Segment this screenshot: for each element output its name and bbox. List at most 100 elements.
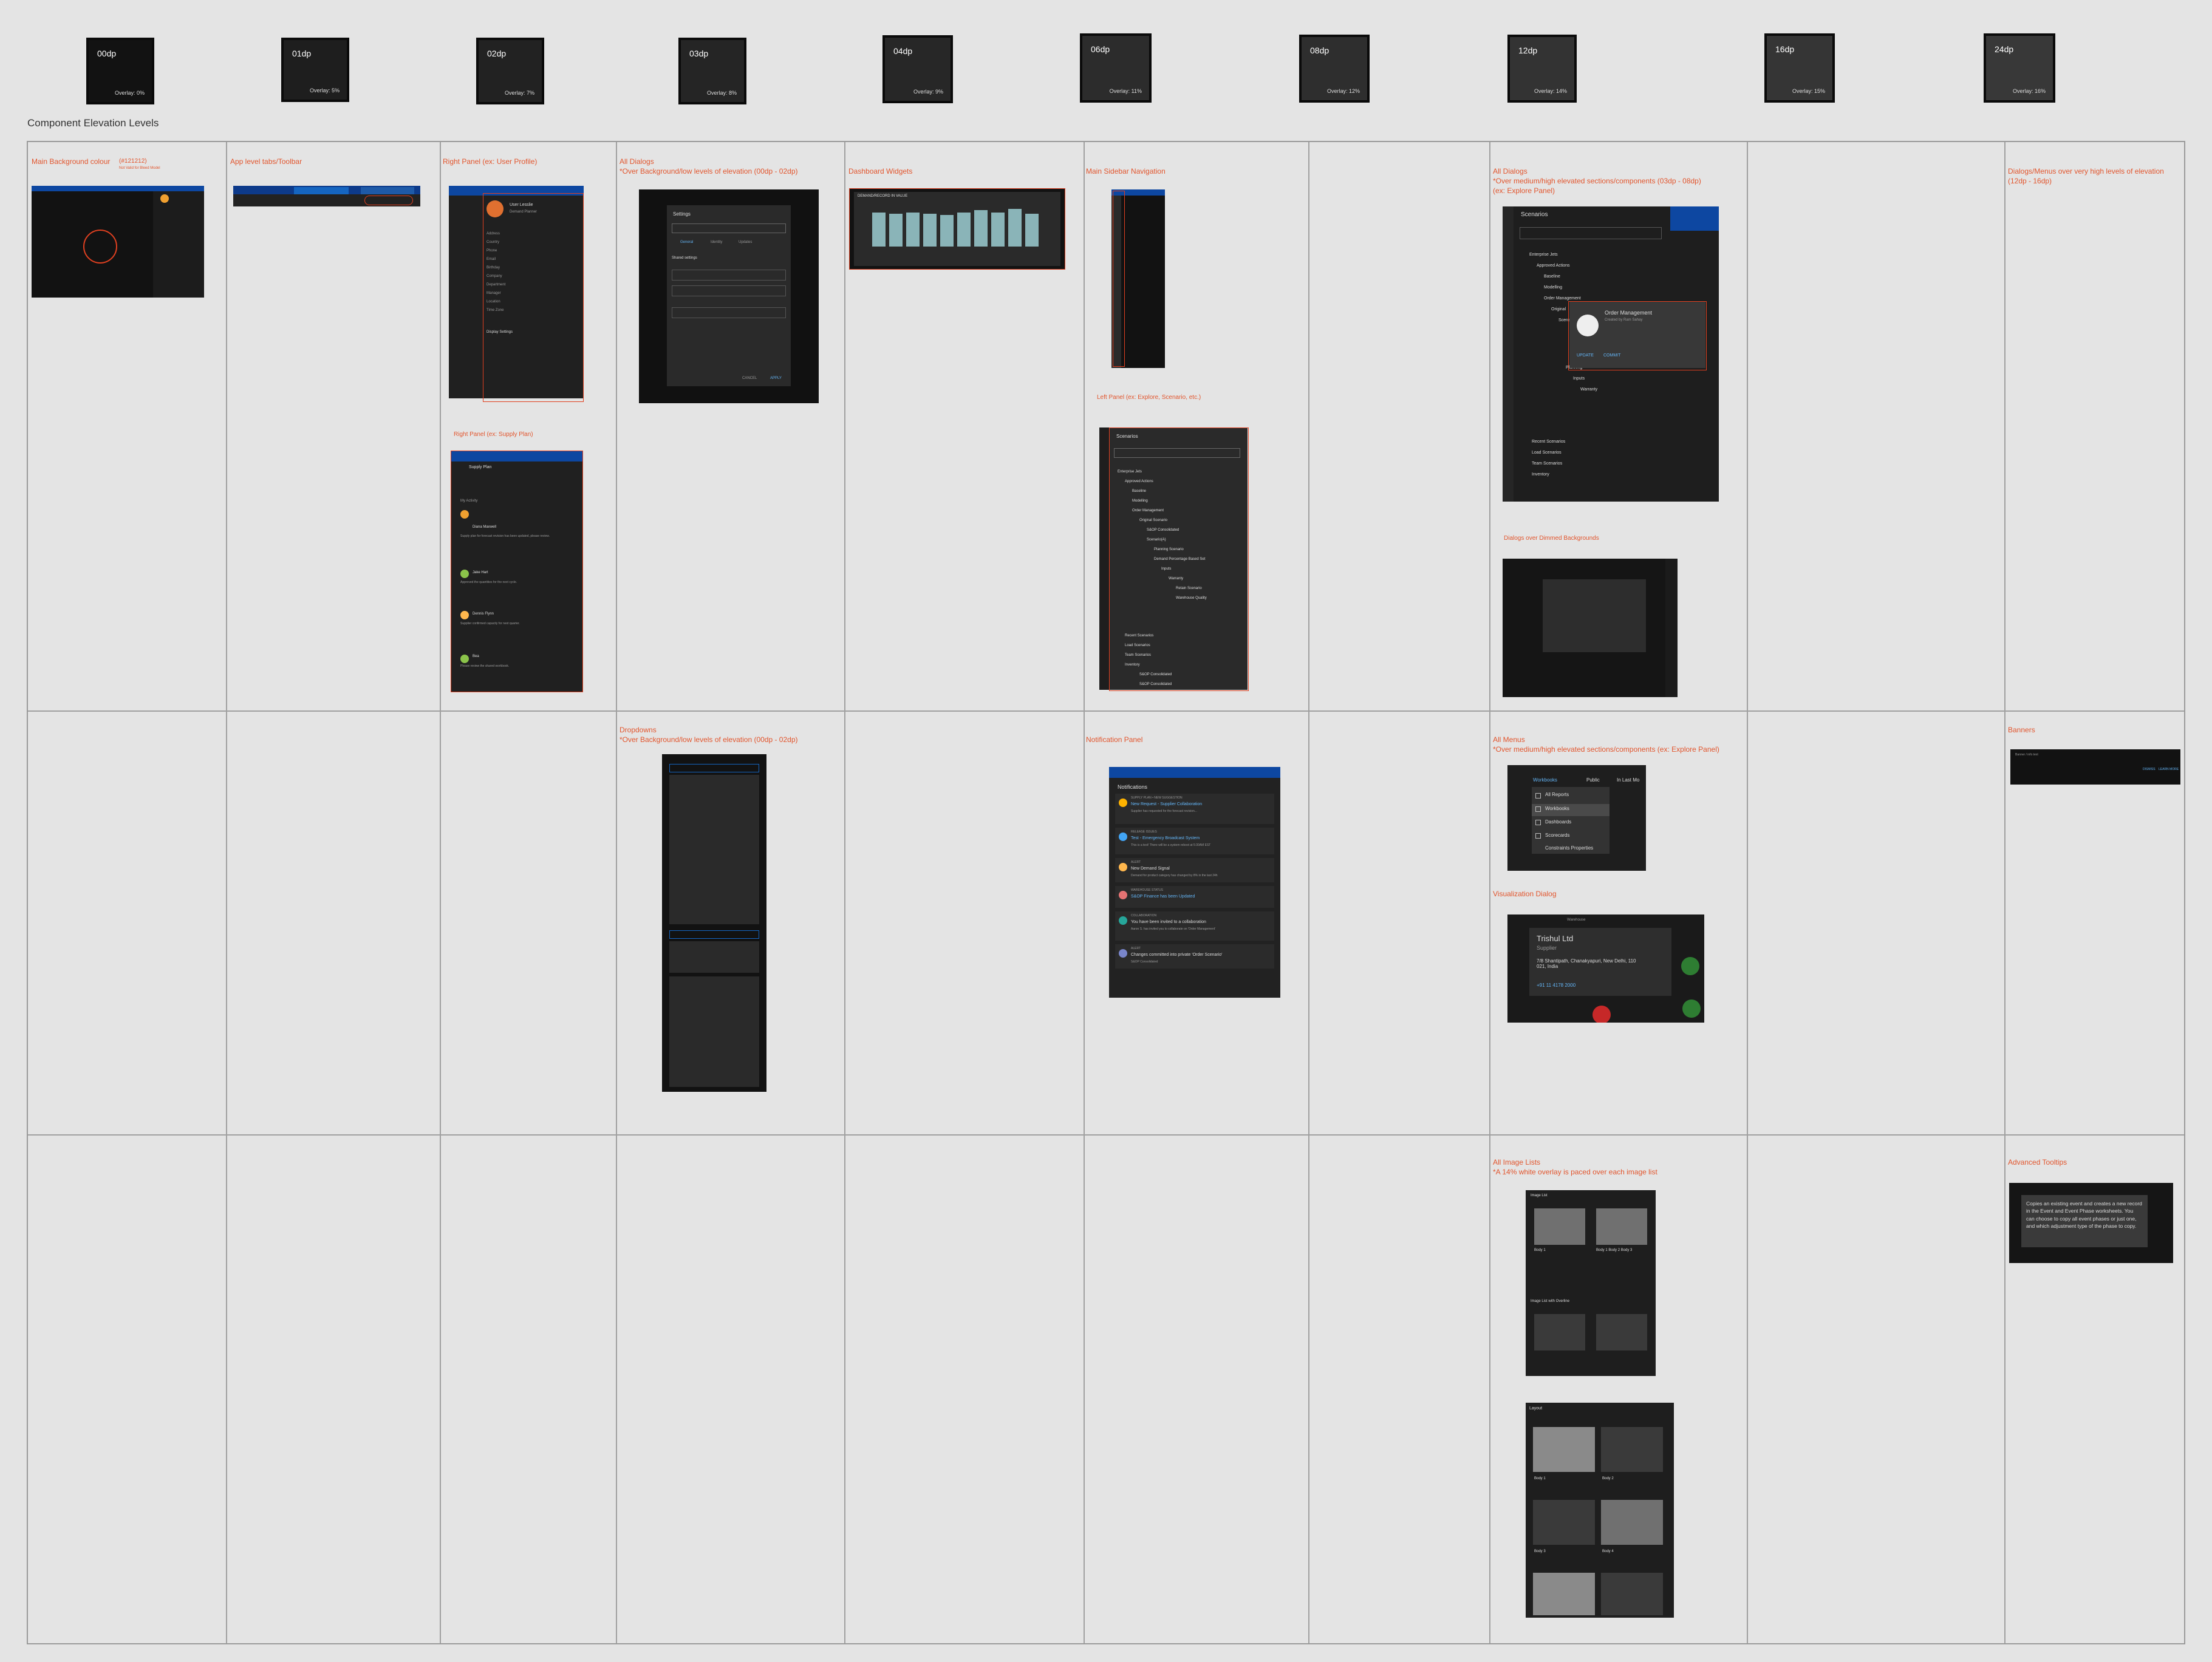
tooltip-text: Copies an existing event and creates a n… bbox=[2026, 1201, 2142, 1229]
map-marker[interactable] bbox=[1592, 1006, 1611, 1023]
sidebar-rail bbox=[1099, 427, 1109, 690]
image-thumbnail[interactable] bbox=[1534, 1208, 1585, 1245]
image-caption: Body 2 bbox=[1602, 1477, 1614, 1480]
checkbox[interactable] bbox=[1535, 820, 1541, 825]
tree-item[interactable]: Approved Actions bbox=[1537, 264, 1569, 268]
company-address: 7/8 Shantipath, Chanakyapuri, New Delhi,… bbox=[1537, 958, 1636, 969]
tab-workbooks[interactable]: Workbooks bbox=[1533, 777, 1557, 783]
label-visualization-dialog: Visualization Dialog bbox=[1493, 890, 1557, 898]
tree-item[interactable]: Order Management bbox=[1544, 296, 1581, 301]
notification-item[interactable]: RELEASE ISSUES Test - Emergency Broadcas… bbox=[1115, 828, 1274, 854]
tree-item[interactable]: Baseline bbox=[1544, 274, 1560, 279]
tab-last-month[interactable]: In Last Mo bbox=[1617, 777, 1639, 783]
company-phone[interactable]: +91 11 4178 2000 bbox=[1537, 983, 1575, 988]
label-line: *A 14% white overlay is paced over each … bbox=[1493, 1168, 1657, 1177]
swatch-overlay-label: Overlay: 16% bbox=[2012, 88, 2046, 94]
notification-item[interactable]: ALERT Changes committed into private 'Or… bbox=[1115, 944, 1274, 969]
dimmed-dialog-screenshot bbox=[1503, 559, 1678, 697]
menu-item[interactable]: Dashboards bbox=[1545, 819, 1571, 825]
select-field[interactable] bbox=[672, 270, 786, 281]
label-image-lists: All Image Lists *A 14% white overlay is … bbox=[1493, 1157, 1657, 1177]
tree-item[interactable]: Team Scenarios bbox=[1532, 461, 1562, 466]
image-caption: Body 1 bbox=[1534, 1477, 1546, 1480]
menu-item[interactable]: Constraints Properties bbox=[1545, 845, 1593, 851]
map-marker[interactable] bbox=[1681, 957, 1699, 975]
dropdown-field[interactable] bbox=[669, 930, 759, 939]
search-input[interactable] bbox=[1520, 227, 1662, 239]
label-main-sidebar: Main Sidebar Navigation bbox=[1086, 167, 1166, 175]
label-all-menus: All Menus *Over medium/high elevated sec… bbox=[1493, 735, 1719, 754]
map-header: Warehouse bbox=[1567, 918, 1586, 922]
grid-divider bbox=[28, 1134, 2184, 1136]
tab[interactable] bbox=[361, 187, 414, 194]
swatch-dp-label: 00dp bbox=[97, 49, 117, 58]
notification-item[interactable]: ALERT New Demand Signal Demand for produ… bbox=[1115, 858, 1274, 882]
label-banners: Banners bbox=[2008, 726, 2035, 734]
search-input[interactable] bbox=[672, 223, 786, 233]
tree-item[interactable]: Load Scenarios bbox=[1532, 451, 1562, 455]
notification-meta: ALERT bbox=[1131, 860, 1141, 864]
checkbox[interactable] bbox=[1535, 806, 1541, 812]
tree-item[interactable]: Inputs bbox=[1573, 376, 1585, 381]
tab-public[interactable]: Public bbox=[1586, 777, 1600, 783]
menu-item[interactable]: Scorecards bbox=[1545, 833, 1569, 838]
tab-active[interactable] bbox=[294, 187, 349, 194]
menu-item[interactable]: All Reports bbox=[1545, 792, 1569, 797]
swatch-16dp: 16dp Overlay: 15% bbox=[1764, 33, 1835, 103]
image-thumbnail[interactable] bbox=[1596, 1208, 1647, 1245]
tree-item[interactable]: Inventory bbox=[1532, 472, 1549, 477]
dialog-title: Settings bbox=[673, 211, 691, 217]
cancel-button[interactable]: CANCEL bbox=[742, 376, 757, 380]
map-marker[interactable] bbox=[1682, 1000, 1701, 1018]
image-thumbnail[interactable] bbox=[1533, 1500, 1595, 1545]
label-line: *Over Background/low levels of elevation… bbox=[620, 167, 798, 176]
tab-updates[interactable]: Updates bbox=[739, 240, 752, 244]
notification-title: New Demand Signal bbox=[1131, 867, 1170, 871]
tooltip: Copies an existing event and creates a n… bbox=[2021, 1195, 2148, 1247]
tree-item[interactable]: Enterprise Jets bbox=[1529, 253, 1558, 257]
notification-body: This is a test! There will be a system r… bbox=[1131, 843, 1211, 847]
tab-identity[interactable]: Identity bbox=[711, 240, 722, 244]
apply-button[interactable]: APPLY bbox=[770, 376, 782, 380]
select-field[interactable] bbox=[672, 307, 786, 318]
image-thumbnail[interactable] bbox=[1596, 1314, 1647, 1350]
label-line: All Menus bbox=[1493, 735, 1525, 744]
swatch-00dp: 00dp Overlay: 0% bbox=[86, 38, 154, 104]
label-dashboard-widgets: Dashboard Widgets bbox=[848, 167, 913, 175]
notification-title: New Request - Supplier Collaboration bbox=[1131, 802, 1203, 806]
dropdown-field[interactable] bbox=[669, 764, 759, 772]
image-thumbnail[interactable] bbox=[1533, 1427, 1595, 1472]
label-text: Main Background colour bbox=[32, 157, 111, 166]
notification-item[interactable]: COLLABORATION You have been invited to a… bbox=[1115, 911, 1274, 941]
image-thumbnail[interactable] bbox=[1533, 1573, 1595, 1615]
tab-general[interactable]: General bbox=[680, 240, 693, 244]
checkbox[interactable] bbox=[1535, 793, 1541, 799]
swatch-dp-label: 04dp bbox=[893, 46, 913, 56]
tree-item[interactable]: Warranty bbox=[1580, 387, 1597, 392]
notification-icon bbox=[1119, 863, 1127, 871]
dropdown-menu: All Reports Workbooks Dashboards Scoreca… bbox=[1532, 787, 1610, 854]
grid-divider bbox=[1084, 142, 1085, 1643]
select-field[interactable] bbox=[672, 285, 786, 296]
menu-item[interactable]: Workbooks bbox=[1545, 806, 1569, 811]
checkbox[interactable] bbox=[1535, 833, 1541, 839]
section-heading: Shared settings bbox=[672, 256, 697, 260]
notification-item[interactable]: SUPPLY PLAN • NEW SUGGESTION New Request… bbox=[1115, 794, 1274, 824]
image-thumbnail[interactable] bbox=[1601, 1573, 1663, 1615]
section-title: Component Elevation Levels bbox=[27, 117, 159, 129]
tooltip-screenshot: Copies an existing event and creates a n… bbox=[2009, 1183, 2173, 1263]
banner-dismiss-button[interactable]: DISMISS bbox=[2143, 768, 2156, 771]
label-main-background: Main Background colour bbox=[32, 157, 110, 166]
banner-learn-more-button[interactable]: LEARN MORE bbox=[2159, 768, 2179, 771]
tree-item[interactable]: Original bbox=[1551, 307, 1566, 312]
image-thumbnail[interactable] bbox=[1601, 1427, 1663, 1472]
tree-item[interactable]: Recent Scenarios bbox=[1532, 440, 1565, 444]
image-thumbnail[interactable] bbox=[1601, 1500, 1663, 1545]
image-list-screenshot: Image List Body 1 Body 1 Body 2 Body 3 I… bbox=[1526, 1190, 1656, 1376]
notification-item[interactable]: WAREHOUSE STATUS S&OP Finance has been U… bbox=[1115, 886, 1274, 908]
annotation-box bbox=[1113, 191, 1125, 367]
label-line: Dialogs/Menus over very high levels of e… bbox=[2008, 167, 2164, 175]
image-thumbnail[interactable] bbox=[1534, 1314, 1585, 1350]
swatch-overlay-label: Overlay: 9% bbox=[913, 89, 943, 95]
tree-item[interactable]: Modelling bbox=[1544, 285, 1562, 290]
